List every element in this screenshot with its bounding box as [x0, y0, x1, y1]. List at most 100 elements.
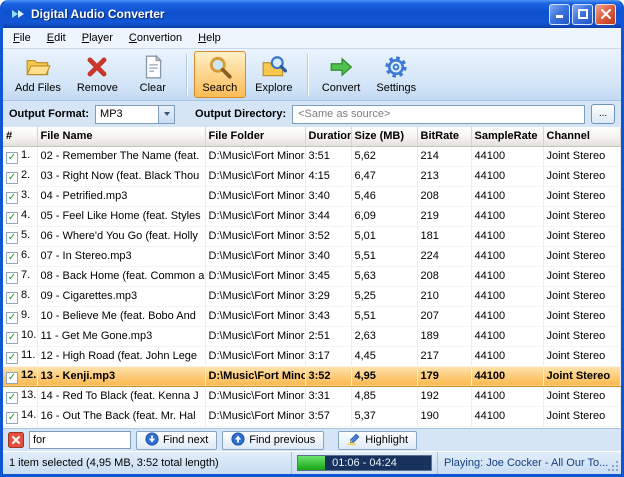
- table-row[interactable]: 1. 02 - Remember The Name (feat.D:\Music\…: [3, 146, 621, 167]
- column-header-bitrate[interactable]: BitRate: [417, 127, 472, 147]
- row-checkbox[interactable]: [6, 171, 18, 184]
- row-checkbox[interactable]: [6, 371, 18, 384]
- menu-item-convertion[interactable]: Convertion: [121, 29, 190, 47]
- cell-channel: Joint Stereo: [543, 286, 621, 307]
- cell-size: 5,51: [351, 306, 418, 327]
- row-checkbox[interactable]: [6, 391, 18, 404]
- output-format-select[interactable]: MP3: [95, 104, 176, 124]
- table-row[interactable]: 8. 09 - Cigarettes.mp3D:\Music\Fort Minor…: [3, 286, 621, 307]
- row-checkbox[interactable]: [6, 351, 18, 364]
- row-checkbox[interactable]: [6, 231, 18, 244]
- chevron-down-icon: [158, 105, 175, 123]
- resize-grip[interactable]: [606, 459, 620, 473]
- table-row[interactable]: 14.16 - Out The Back (feat. Mr. HalD:\Mu…: [3, 406, 621, 427]
- column-header-size-mb[interactable]: Size (MB): [351, 127, 418, 147]
- toolbar-button-explore[interactable]: Explore: [248, 51, 300, 98]
- cell-channel: Joint Stereo: [543, 306, 621, 327]
- arrow-down-icon: [145, 431, 159, 449]
- highlighter-icon: [347, 432, 361, 449]
- close-search-button[interactable]: [8, 432, 24, 448]
- settings-icon: [383, 54, 409, 80]
- row-checkbox[interactable]: [6, 331, 18, 344]
- cell-samplerate: 44100: [471, 226, 544, 247]
- toolbar-button-search[interactable]: Search: [193, 51, 246, 98]
- cell-bitrate: 189: [417, 326, 472, 347]
- cell-number: 10.: [3, 326, 38, 347]
- cell-size: 5,37: [351, 406, 418, 427]
- cell-duration: 3:31: [305, 386, 352, 407]
- cell-duration: 3:57: [305, 406, 352, 427]
- table-row[interactable]: 10.11 - Get Me Gone.mp3D:\Music\Fort Min…: [3, 326, 621, 347]
- row-checkbox[interactable]: [6, 271, 18, 284]
- toolbar-button-settings[interactable]: Settings: [369, 51, 423, 98]
- menu-item-edit[interactable]: Edit: [39, 29, 74, 47]
- cell-duration: 3:45: [305, 266, 352, 287]
- row-checkbox[interactable]: [6, 191, 18, 204]
- cell-channel: Joint Stereo: [543, 206, 621, 227]
- row-checkbox[interactable]: [6, 411, 18, 424]
- table-row[interactable]: 9. 10 - Believe Me (feat. Bobo AndD:\Musi…: [3, 306, 621, 327]
- table-row[interactable]: 12.13 - Kenji.mp3D:\Music\Fort Minor3:52…: [3, 365, 621, 387]
- cell-bitrate: 224: [417, 246, 472, 267]
- find-next-button[interactable]: Find next: [136, 430, 218, 450]
- browse-button[interactable]: ...: [591, 104, 615, 124]
- search-icon: [207, 54, 233, 80]
- arrow-up-icon: [231, 431, 245, 449]
- column-header-file-name[interactable]: File Name: [37, 127, 206, 147]
- menu-item-help[interactable]: Help: [190, 29, 229, 47]
- search-input[interactable]: [29, 431, 131, 449]
- toolbar-button-clear[interactable]: Clear: [127, 51, 179, 98]
- column-header-samplerate[interactable]: SampleRate: [471, 127, 544, 147]
- output-format-value: MP3: [100, 108, 123, 120]
- title-bar: Digital Audio Converter: [3, 0, 621, 28]
- cell-file-name: 10 - Believe Me (feat. Bobo And: [37, 306, 206, 327]
- playback-progress-bar[interactable]: 01:06 - 04:24: [297, 455, 432, 471]
- find-previous-button[interactable]: Find previous: [222, 430, 325, 450]
- table-row[interactable]: 6. 07 - In Stereo.mp3D:\Music\Fort Minor3…: [3, 246, 621, 267]
- cell-size: 5,25: [351, 286, 418, 307]
- cell-file-name: 09 - Cigarettes.mp3: [37, 286, 206, 307]
- minimize-button[interactable]: [549, 3, 570, 25]
- row-number: 14.: [21, 408, 37, 421]
- table-row[interactable]: 5. 06 - Where'd You Go (feat. HollyD:\Mus…: [3, 226, 621, 247]
- output-format-label: Output Format:: [9, 108, 90, 120]
- column-header-num[interactable]: #: [3, 127, 38, 147]
- menu-bar: File Edit Player Convertion Help: [3, 28, 621, 49]
- cell-size: 5,51: [351, 246, 418, 267]
- table-row[interactable]: 7. 08 - Back Home (feat. Common aD:\Music…: [3, 266, 621, 287]
- table-row[interactable]: 2. 03 - Right Now (feat. Black ThouD:\Mus…: [3, 166, 621, 187]
- toolbar-button-label: Settings: [376, 82, 417, 94]
- cell-bitrate: 190: [417, 406, 472, 427]
- table-row[interactable]: 4. 05 - Feel Like Home (feat. StylesD:\Mu…: [3, 206, 621, 227]
- menu-item-player[interactable]: Player: [74, 29, 121, 47]
- highlight-button[interactable]: Highlight: [338, 430, 418, 450]
- toolbar-button-label: Add Files: [15, 82, 61, 94]
- row-checkbox[interactable]: [6, 151, 18, 164]
- column-header-duration[interactable]: Duration: [305, 127, 352, 147]
- toolbar-button-add-files[interactable]: Add Files: [8, 51, 68, 98]
- cell-channel: Joint Stereo: [543, 266, 621, 287]
- cell-size: 5,01: [351, 226, 418, 247]
- format-bar: Output Format: MP3 Output Directory: <Sa…: [3, 101, 621, 127]
- table-row[interactable]: 11.12 - High Road (feat. John LegeD:\Mus…: [3, 346, 621, 367]
- column-header-channel[interactable]: Channel: [543, 127, 621, 147]
- row-checkbox[interactable]: [6, 311, 18, 324]
- row-checkbox[interactable]: [6, 251, 18, 264]
- cell-size: 2,63: [351, 326, 418, 347]
- table-row[interactable]: 13.14 - Red To Black (feat. Kenna JD:\Mu…: [3, 386, 621, 407]
- toolbar-button-label: Search: [202, 82, 238, 94]
- row-checkbox[interactable]: [6, 291, 18, 304]
- row-number: 9.: [21, 308, 31, 321]
- column-header-file-folder[interactable]: File Folder: [205, 127, 306, 147]
- row-checkbox[interactable]: [6, 211, 18, 224]
- cell-size: 4,85: [351, 386, 418, 407]
- maximize-button[interactable]: [572, 3, 593, 25]
- cell-number: 9.: [3, 306, 38, 327]
- cell-size: 5,46: [351, 186, 418, 207]
- toolbar-button-convert[interactable]: Convert: [315, 51, 368, 98]
- toolbar-button-remove[interactable]: Remove: [70, 51, 125, 98]
- table-row[interactable]: 3. 04 - Petrified.mp3D:\Music\Fort Minor3…: [3, 186, 621, 207]
- menu-item-file[interactable]: File: [5, 29, 39, 47]
- output-directory-field[interactable]: <Same as source>: [292, 104, 585, 124]
- close-button[interactable]: [595, 3, 616, 25]
